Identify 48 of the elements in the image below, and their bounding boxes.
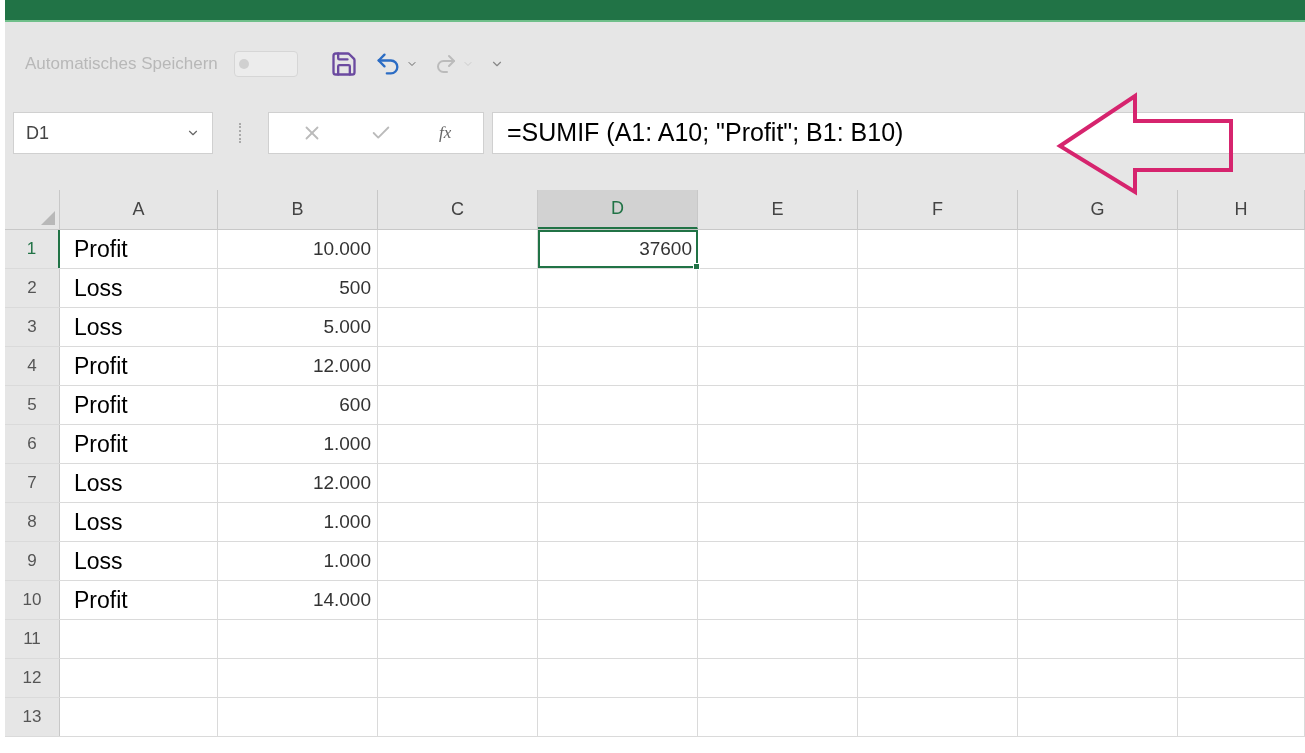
column-header[interactable]: B xyxy=(218,190,378,229)
table-cell-text: 1.000 xyxy=(323,548,371,573)
column-header[interactable]: A xyxy=(60,190,218,229)
row-header[interactable]: 10 xyxy=(5,581,60,619)
row-header[interactable]: 8 xyxy=(5,503,60,541)
row-header[interactable]: 7 xyxy=(5,464,60,502)
column-header[interactable]: D xyxy=(538,190,698,229)
row-header[interactable]: 4 xyxy=(5,347,60,385)
table-cell-text: Loss xyxy=(74,273,123,303)
table-cell-text: 12.000 xyxy=(312,470,371,495)
table-cell-text: 14.000 xyxy=(312,587,371,612)
column-header[interactable]: H xyxy=(1178,190,1305,229)
table-cell-text: 10.000 xyxy=(312,236,371,261)
table-cell-text: 500 xyxy=(339,275,371,300)
save-icon[interactable] xyxy=(329,50,358,78)
column-header[interactable]: F xyxy=(858,190,1018,229)
fill-handle[interactable] xyxy=(693,263,700,270)
table-cell-text: Loss xyxy=(74,507,123,537)
row-header[interactable]: 6 xyxy=(5,425,60,463)
table-cell-text: Profit xyxy=(74,351,128,381)
table-cell-text: 12.000 xyxy=(312,353,371,378)
table-cell-text: Loss xyxy=(74,546,123,576)
row-header[interactable]: 2 xyxy=(5,269,60,307)
table-cell-text: Profit xyxy=(74,390,128,420)
table-cell-text: 1.000 xyxy=(323,431,371,456)
row-header[interactable]: 5 xyxy=(5,386,60,424)
table-cell-text: Profit xyxy=(74,234,128,264)
name-box[interactable]: D1 xyxy=(13,112,213,154)
selected-cell[interactable]: 37600 xyxy=(538,230,698,268)
row-header[interactable]: 3 xyxy=(5,308,60,346)
table-cell-text: 5.000 xyxy=(323,314,371,339)
table-cell-text: Loss xyxy=(74,468,123,498)
row-header[interactable]: 1 xyxy=(5,230,60,268)
grip-icon xyxy=(239,123,242,143)
table-cell-text: 600 xyxy=(339,392,371,417)
row-header[interactable]: 13 xyxy=(5,698,60,736)
row-header[interactable]: 12 xyxy=(5,659,60,697)
table-cell-text: Profit xyxy=(74,585,128,615)
table-cell-text: Loss xyxy=(74,312,123,342)
autosave-toggle[interactable] xyxy=(233,51,298,77)
column-header[interactable]: E xyxy=(698,190,858,229)
row-header[interactable]: 9 xyxy=(5,542,60,580)
column-header[interactable]: G xyxy=(1018,190,1178,229)
table-cell-text: 1.000 xyxy=(323,509,371,534)
row-header[interactable]: 11 xyxy=(5,620,60,658)
table-cell-text: Profit xyxy=(74,429,128,459)
insert-function-button[interactable]: fx xyxy=(439,120,452,146)
formula-input[interactable]: =SUMIF (A1: A10; "Profit"; B1: B10) xyxy=(492,112,1305,154)
